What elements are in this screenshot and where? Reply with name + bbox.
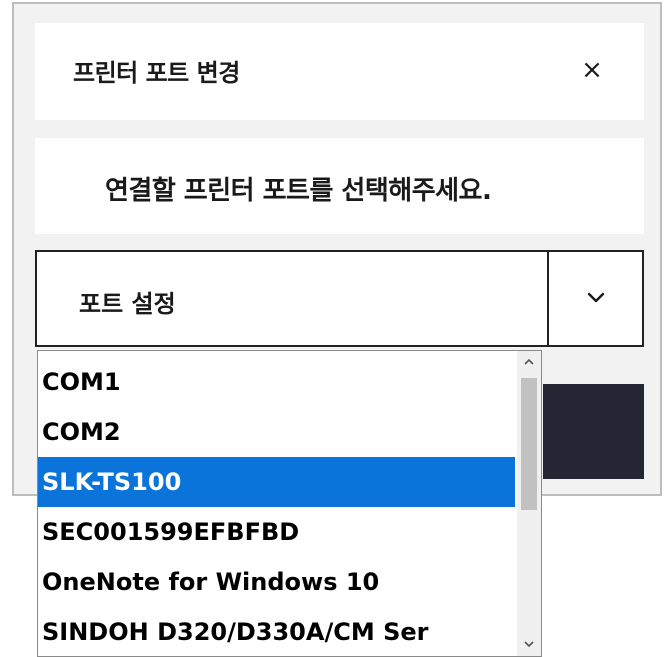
close-icon[interactable]: × (580, 57, 604, 83)
scroll-down-arrow-icon (524, 641, 534, 648)
port-select[interactable]: 포트 설정 (35, 250, 644, 347)
scroll-thumb[interactable] (521, 378, 537, 510)
port-option-onenote[interactable]: OneNote for Windows 10 (38, 557, 515, 607)
port-option-com2[interactable]: COM2 (38, 407, 515, 457)
list-scrollbar[interactable] (517, 351, 541, 656)
confirm-button[interactable] (543, 384, 644, 479)
scroll-down-button[interactable] (517, 634, 541, 656)
port-option-com1[interactable]: COM1 (38, 357, 515, 407)
port-select-value: 포트 설정 (79, 290, 176, 318)
scroll-up-arrow-icon (524, 358, 534, 365)
dialog-message: 연결할 프린터 포트를 선택해주세요. (105, 176, 492, 206)
chevron-down-icon (587, 292, 605, 303)
dropdown-toggle[interactable] (547, 252, 642, 345)
port-option-sec001599efbfbd[interactable]: SEC001599EFBFBD (38, 507, 515, 557)
port-option-slk-ts100[interactable]: SLK-TS100 (38, 457, 515, 507)
port-options-list[interactable]: COM1 COM2 SLK-TS100 SEC001599EFBFBD OneN… (37, 350, 542, 657)
scroll-up-button[interactable] (517, 351, 541, 373)
port-option-sindoh[interactable]: SINDOH D320/D330A/CM Ser (38, 607, 515, 656)
dialog-title: 프린터 포트 변경 (73, 59, 240, 87)
